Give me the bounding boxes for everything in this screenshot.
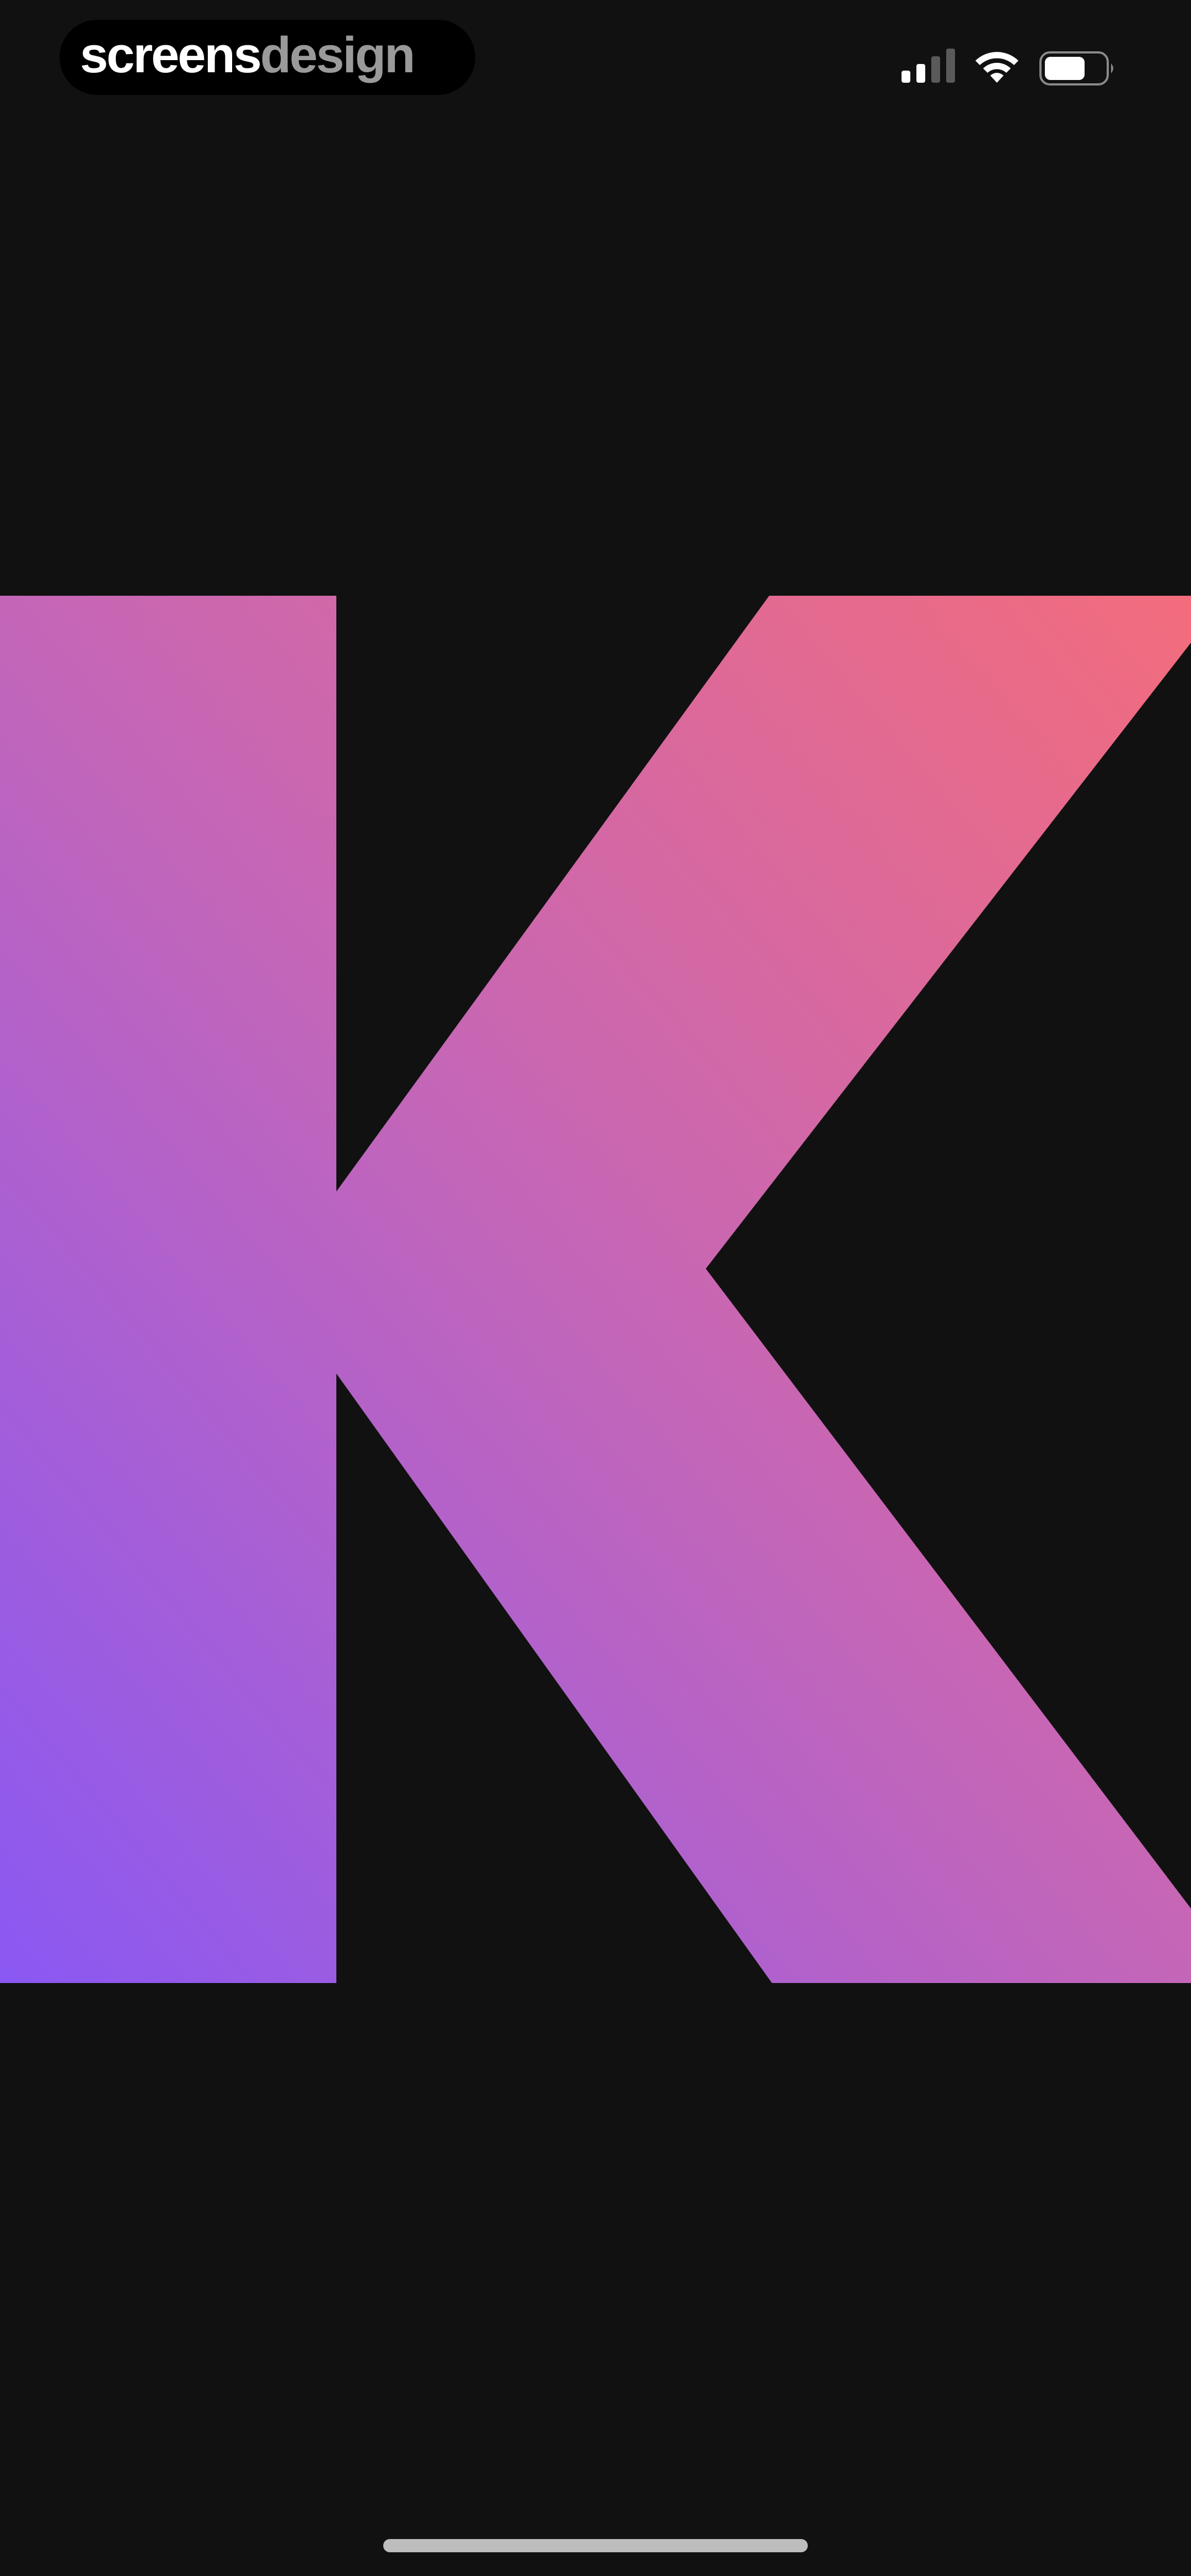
- hero-letter-k: [0, 596, 1191, 1983]
- screensdesign-watermark: screensdesign: [60, 20, 475, 95]
- splash-screen: screensdesign: [0, 0, 1191, 2576]
- cellular-signal-icon: [902, 49, 955, 83]
- watermark-part1: screens: [80, 27, 260, 83]
- k-stem: [0, 596, 1191, 1983]
- watermark-part2: design: [260, 27, 414, 83]
- wifi-icon: [975, 52, 1018, 83]
- home-indicator[interactable]: [383, 2539, 808, 2552]
- svg-text:screensdesign: screensdesign: [80, 27, 414, 83]
- watermark-logo: screensdesign: [80, 27, 415, 83]
- battery-icon: [1039, 51, 1113, 85]
